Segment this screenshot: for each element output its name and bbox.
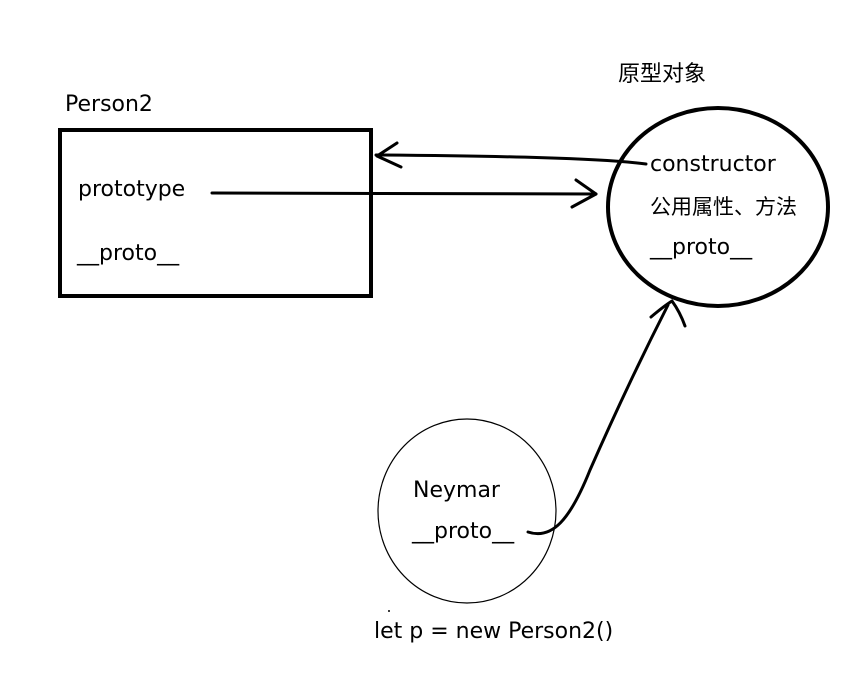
instance-circle bbox=[377, 418, 557, 604]
person2-box bbox=[58, 128, 373, 298]
stray-dot bbox=[388, 610, 390, 612]
prototype-members-label: 公用属性、方法 bbox=[650, 195, 797, 219]
prototype-arrow-line bbox=[210, 191, 598, 196]
prototype-object-title: 原型对象 bbox=[618, 62, 707, 87]
person2-prototype-label: prototype bbox=[78, 177, 186, 202]
person2-proto-label: __proto__ bbox=[77, 241, 180, 266]
instance-proto-label: __proto__ bbox=[412, 519, 515, 544]
constructor-arrow-line bbox=[374, 153, 648, 166]
prototype-proto-label: __proto__ bbox=[650, 235, 753, 260]
instance-caption: let p = new Person2() bbox=[374, 619, 614, 644]
instance-name-label: Neymar bbox=[413, 478, 500, 503]
prototype-constructor-label: constructor bbox=[650, 152, 776, 177]
instance-proto-arrow-line bbox=[526, 303, 670, 536]
person2-title: Person2 bbox=[65, 92, 153, 117]
instance-proto-arrowhead bbox=[649, 299, 687, 328]
